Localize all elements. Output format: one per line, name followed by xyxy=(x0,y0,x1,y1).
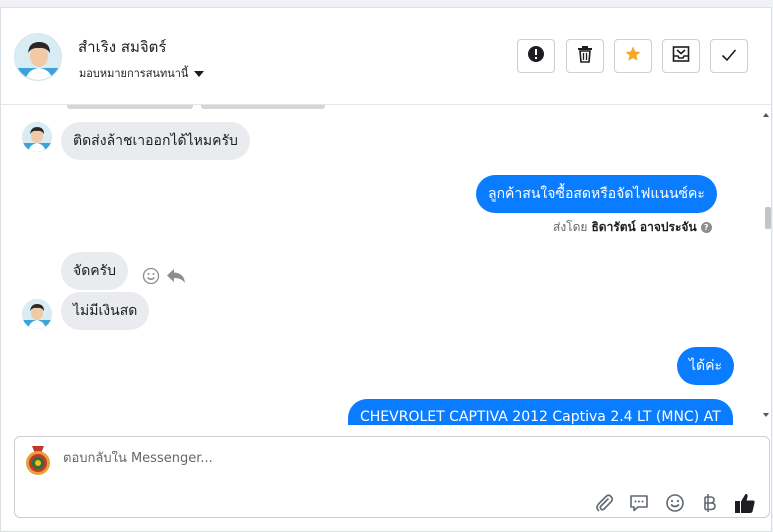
thumbs-up-icon[interactable] xyxy=(734,492,756,514)
saved-replies-icon[interactable] xyxy=(628,492,650,514)
reply-input[interactable] xyxy=(63,451,583,466)
star-icon xyxy=(624,45,642,67)
incoming-message: จัดครับ xyxy=(61,252,129,290)
help-icon[interactable]: ? xyxy=(700,222,712,233)
delete-button[interactable] xyxy=(566,39,604,73)
sent-by-prefix: ส่งโดย xyxy=(553,220,588,234)
outgoing-message: ลูกค้าสนใจซื้อสดหรือจัดไฟแนนซ์คะ xyxy=(476,175,717,213)
paperclip-icon[interactable] xyxy=(593,492,615,514)
contact-avatar-small xyxy=(22,122,52,152)
contact-name: สำเริง สมจิตร์ xyxy=(78,38,167,56)
report-button[interactable] xyxy=(517,39,555,73)
page-avatar xyxy=(25,446,51,476)
message-list-scrollbar[interactable] xyxy=(761,105,771,425)
assign-conversation-dropdown[interactable]: มอบหมายการสนทนานี้ xyxy=(79,64,205,82)
trash-icon xyxy=(577,45,593,67)
reply-composer xyxy=(14,436,770,518)
incoming-message: ไม่มีเงินสด xyxy=(61,292,150,330)
star-button[interactable] xyxy=(614,39,652,73)
done-button[interactable] xyxy=(710,39,748,73)
scroll-down-arrow-icon[interactable] xyxy=(763,413,769,417)
contact-avatar[interactable] xyxy=(14,33,62,81)
outgoing-message: ได้ค่ะ xyxy=(677,347,735,385)
baht-icon[interactable] xyxy=(699,492,721,514)
inbox-archive-icon xyxy=(672,45,690,67)
conversation-header: สำเริง สมจิตร์ มอบหมายการสนทนานี้ xyxy=(1,8,771,105)
sent-by-label: ส่งโดย ธิดารัตน์ อาจประจัน ? xyxy=(553,218,712,237)
incoming-message: ติดส่งล้าชเาออกได้ไหมครับ xyxy=(61,122,250,160)
scroll-up-arrow-icon[interactable] xyxy=(763,113,769,117)
react-emoji-icon[interactable] xyxy=(142,267,160,289)
outgoing-message: CHEVROLET CAPTIVA 2012 Captiva 2.4 LT (M… xyxy=(348,399,733,425)
cut-off-message-bubble xyxy=(201,105,325,109)
sent-by-name: ธิดารัตน์ อาจประจัน xyxy=(591,220,697,234)
messenger-conversation-panel: สำเริง สมจิตร์ มอบหมายการสนทนานี้ ติดส่ง… xyxy=(0,7,772,532)
assign-label: มอบหมายการสนทนานี้ xyxy=(79,67,189,80)
cut-off-message-bubble xyxy=(67,105,193,109)
checkmark-icon xyxy=(721,47,737,66)
move-button[interactable] xyxy=(662,39,700,73)
exclamation-icon xyxy=(527,45,545,67)
caret-down-icon xyxy=(194,70,205,77)
contact-avatar-small xyxy=(22,299,52,329)
scrollbar-thumb[interactable] xyxy=(765,207,771,229)
message-list[interactable]: ติดส่งล้าชเาออกได้ไหมครับ ลูกค้าสนใจซื้อ… xyxy=(1,105,759,425)
emoji-icon[interactable] xyxy=(664,492,686,514)
reply-arrow-icon[interactable] xyxy=(166,267,186,289)
